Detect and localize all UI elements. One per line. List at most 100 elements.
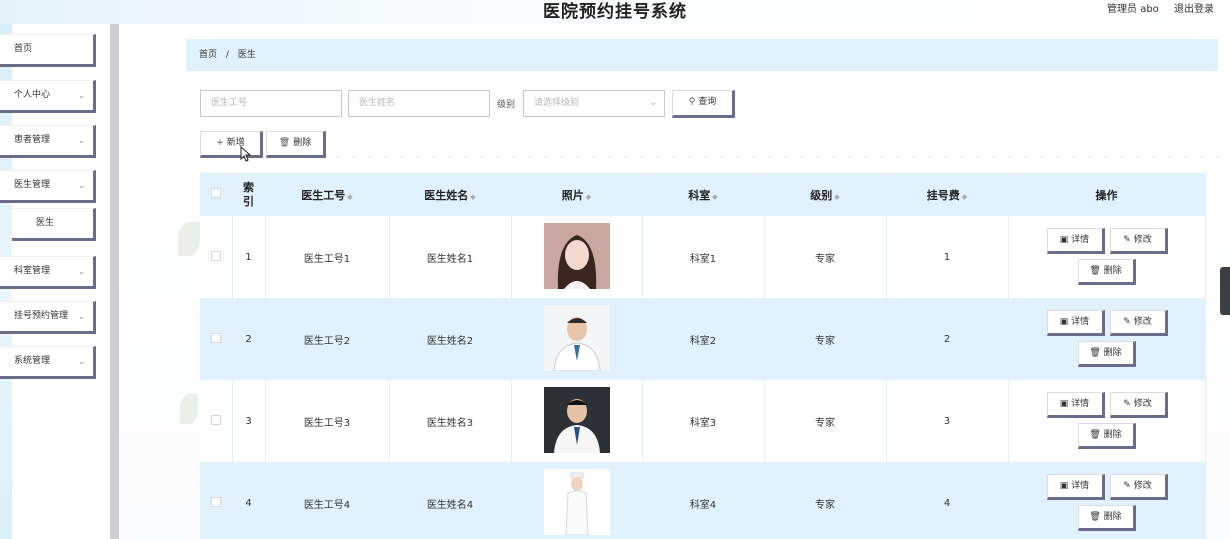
select-all-cell [200,173,233,216]
level-select[interactable]: 请选择级别 ⌄ [523,90,665,117]
department-cell: 科室3 [642,380,765,462]
chevron-down-icon: ⌄ [78,267,85,276]
column-header-fee[interactable]: 挂号费 ◆ [886,173,1009,216]
chevron-down-icon: ⌄ [649,98,657,108]
delete-button[interactable]: 🗑 删除 [1077,423,1136,449]
sidebar-item-doctor-management[interactable]: 医生管理 ⌄ [0,170,96,203]
chevron-down-icon: ⌄ [78,181,85,190]
plus-icon: + [216,138,224,148]
doctor-photo [543,386,610,453]
delete-button[interactable]: 🗑 删除 [1077,259,1136,285]
trash-icon: 🗑 [1089,348,1104,358]
delete-button[interactable]: 🗑 删除 [1077,341,1136,367]
sidebar-item-patient-management[interactable]: 患者管理 ⌄ [0,125,96,158]
department-cell: 科室2 [642,298,765,380]
doctor-id-cell: 医生工号2 [265,298,390,380]
level-cell: 专家 [764,298,887,380]
sort-icon[interactable]: ◆ [712,193,717,201]
doctor-name-cell: 医生姓名4 [389,462,512,539]
detail-button-label: 详情 [1071,235,1090,245]
doctor-id-cell: 医生工号1 [265,216,390,298]
sidebar-item-label: 个人中心 [14,90,51,100]
current-user-label: 管理员 abo [1107,4,1159,15]
doctor-name-cell: 医生姓名1 [389,216,512,298]
edit-button-label: 修改 [1133,399,1152,409]
column-header-doctor-name[interactable]: 医生姓名 ◆ [389,173,512,216]
edit-button[interactable]: ✎ 修改 [1109,228,1168,254]
fee-cell: 3 [886,380,1009,462]
delete-button[interactable]: 🗑 删除 [1077,505,1136,531]
detail-button[interactable]: ▣ 详情 [1046,392,1105,418]
sort-icon[interactable]: ◆ [962,193,967,201]
edit-button-label: 修改 [1133,317,1152,327]
breadcrumb: 首页 / 医生 [186,39,1218,71]
sidebar-subitem-doctor[interactable]: 医生 [12,208,96,241]
photo-cell [511,216,643,298]
level-cell: 专家 [764,216,887,298]
level-select-placeholder: 请选择级别 [534,98,580,108]
level-cell: 专家 [764,380,887,462]
sidebar-item-personal-center[interactable]: 个人中心 ⌄ [0,80,96,113]
mouse-cursor-icon [240,146,252,162]
doctor-name-cell: 医生姓名2 [389,298,512,380]
column-header-doctor-id[interactable]: 医生工号 ◆ [265,173,390,216]
row-checkbox[interactable] [210,414,221,425]
doctor-id-placeholder: 医生工号 [211,98,248,108]
sidebar-divider [110,24,119,539]
add-button[interactable]: + 新增 [200,131,263,158]
sidebar-item-home[interactable]: 首页 [0,34,96,67]
sort-icon[interactable]: ◆ [834,193,839,201]
column-header-level[interactable]: 级别 ◆ [764,173,887,216]
delete-button-label: 删除 [1103,430,1122,440]
column-header-department[interactable]: 科室 ◆ [642,173,765,216]
row-checkbox[interactable] [210,332,221,343]
query-button[interactable]: ⚲ 查询 [672,90,735,118]
column-header-label: 操作 [1095,188,1118,202]
sidebar-item-department-management[interactable]: 科室管理 ⌄ [0,256,96,289]
doctor-name-search-input[interactable]: 医生姓名 [348,90,490,117]
doctor-id-search-input[interactable]: 医生工号 [200,90,342,117]
user-info: 管理员 abo 退出登录 [1095,0,1214,15]
sort-icon[interactable]: ◆ [347,193,352,201]
actions-cell: ▣ 详情 ✎ 修改 🗑 删除 [1008,298,1206,380]
sidebar-item-label: 挂号预约管理 [14,311,69,321]
detail-button[interactable]: ▣ 详情 [1046,474,1105,500]
detail-button[interactable]: ▣ 详情 [1046,228,1105,254]
doctor-name-cell: 医生姓名3 [389,380,512,462]
edit-button[interactable]: ✎ 修改 [1109,310,1168,336]
sidebar-item-system-management[interactable]: 系统管理 ⌄ [0,346,96,379]
column-header-label: 挂号费 [926,188,960,202]
batch-delete-button[interactable]: 🗑 删除 [266,131,326,158]
doctor-photo [543,222,610,289]
sort-icon[interactable]: ◆ [586,193,591,201]
column-header-photo[interactable]: 照片 ◆ [511,173,643,216]
trash-icon: 🗑 [278,138,291,148]
edit-button-label: 修改 [1133,235,1152,245]
breadcrumb-home[interactable]: 首页 [199,50,217,60]
fee-cell: 1 [886,216,1009,298]
column-header-index: 索引 [232,173,266,216]
column-header-label: 科室 [688,188,711,202]
logout-link[interactable]: 退出登录 [1174,4,1214,15]
trash-icon: 🗑 [1089,430,1104,440]
row-checkbox[interactable] [210,496,221,507]
decorative-leaf [178,222,200,256]
detail-icon: ▣ [1059,317,1072,327]
edit-button[interactable]: ✎ 修改 [1109,474,1168,500]
row-checkbox[interactable] [210,250,221,261]
select-all-checkbox[interactable] [210,188,221,198]
table-row: 4 医生工号4 医生姓名4 科室4 专家 4 ▣ 详情 ✎ 修改 🗑 删除 [200,462,1206,539]
actions-cell: ▣ 详情 ✎ 修改 🗑 删除 [1008,462,1206,539]
doctor-id-cell: 医生工号4 [265,462,390,539]
photo-cell [511,298,643,380]
side-drawer-handle[interactable] [1220,267,1230,315]
sort-icon[interactable]: ◆ [470,193,475,201]
detail-button[interactable]: ▣ 详情 [1046,310,1105,336]
sidebar-item-appointment-management[interactable]: 挂号预约管理 ⌄ [0,301,96,334]
edit-icon: ✎ [1123,399,1134,409]
department-cell: 科室1 [642,216,765,298]
column-header-label: 照片 [561,188,584,202]
breadcrumb-separator: / [225,50,229,60]
edit-button[interactable]: ✎ 修改 [1109,392,1168,418]
index-cell: 1 [232,216,266,298]
